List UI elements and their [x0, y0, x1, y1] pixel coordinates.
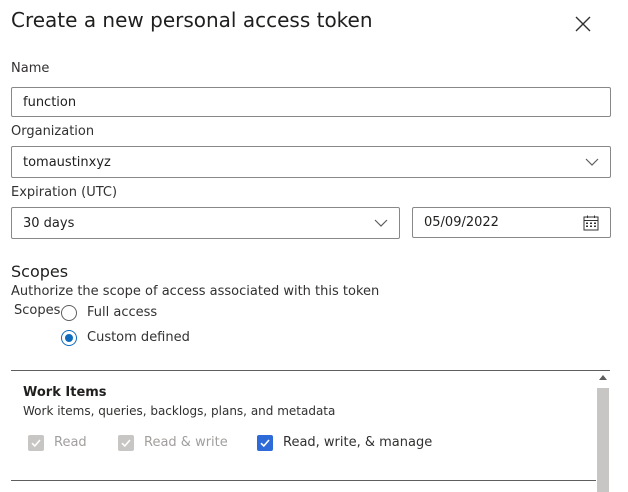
work-items-read-write-label[interactable]: Read & write — [144, 435, 228, 450]
expiration-date-value: 05/09/2022 — [424, 215, 499, 230]
scopes-heading: Scopes — [11, 262, 69, 281]
checkmark-icon — [260, 439, 270, 448]
work-items-manage-label[interactable]: Read, write, & manage — [283, 435, 432, 450]
expiration-date-picker[interactable]: 05/09/2022 — [412, 207, 611, 238]
scopes-description: Authorize the scope of access associated… — [11, 284, 380, 299]
scopes-group-label: Scopes — [14, 303, 61, 318]
close-icon — [575, 16, 591, 32]
work-items-read-label[interactable]: Read — [54, 435, 87, 450]
work-items-read-write-checkbox[interactable] — [118, 435, 134, 451]
scope-list-top-divider — [11, 370, 610, 371]
full-access-label[interactable]: Full access — [87, 305, 157, 320]
name-label: Name — [11, 61, 50, 76]
checkmark-icon — [31, 439, 41, 448]
work-items-manage-checkbox[interactable] — [257, 435, 273, 451]
chevron-down-icon — [374, 219, 388, 227]
checkmark-icon — [121, 439, 131, 448]
custom-defined-label[interactable]: Custom defined — [87, 330, 190, 345]
organization-label: Organization — [11, 124, 95, 139]
scrollbar-thumb[interactable] — [597, 388, 609, 492]
name-input[interactable]: function — [11, 87, 611, 117]
work-items-read-checkbox[interactable] — [28, 435, 44, 451]
expiration-duration-value: 30 days — [23, 215, 75, 231]
page-title: Create a new personal access token — [11, 8, 373, 32]
work-items-title: Work Items — [23, 385, 107, 400]
expiration-duration-dropdown[interactable]: 30 days — [11, 207, 400, 239]
work-items-description: Work items, queries, backlogs, plans, an… — [23, 404, 336, 418]
scroll-up-arrow-icon[interactable] — [599, 375, 607, 380]
organization-dropdown[interactable]: tomaustinxyz — [11, 146, 611, 178]
expiration-label: Expiration (UTC) — [11, 185, 118, 200]
organization-value: tomaustinxyz — [23, 154, 111, 170]
calendar-icon[interactable] — [583, 215, 599, 231]
custom-defined-radio[interactable] — [61, 330, 77, 346]
name-value: function — [23, 94, 77, 110]
full-access-radio[interactable] — [61, 305, 77, 321]
close-button[interactable] — [571, 12, 595, 36]
chevron-down-icon — [585, 158, 599, 166]
scope-list-row-divider — [11, 480, 596, 481]
